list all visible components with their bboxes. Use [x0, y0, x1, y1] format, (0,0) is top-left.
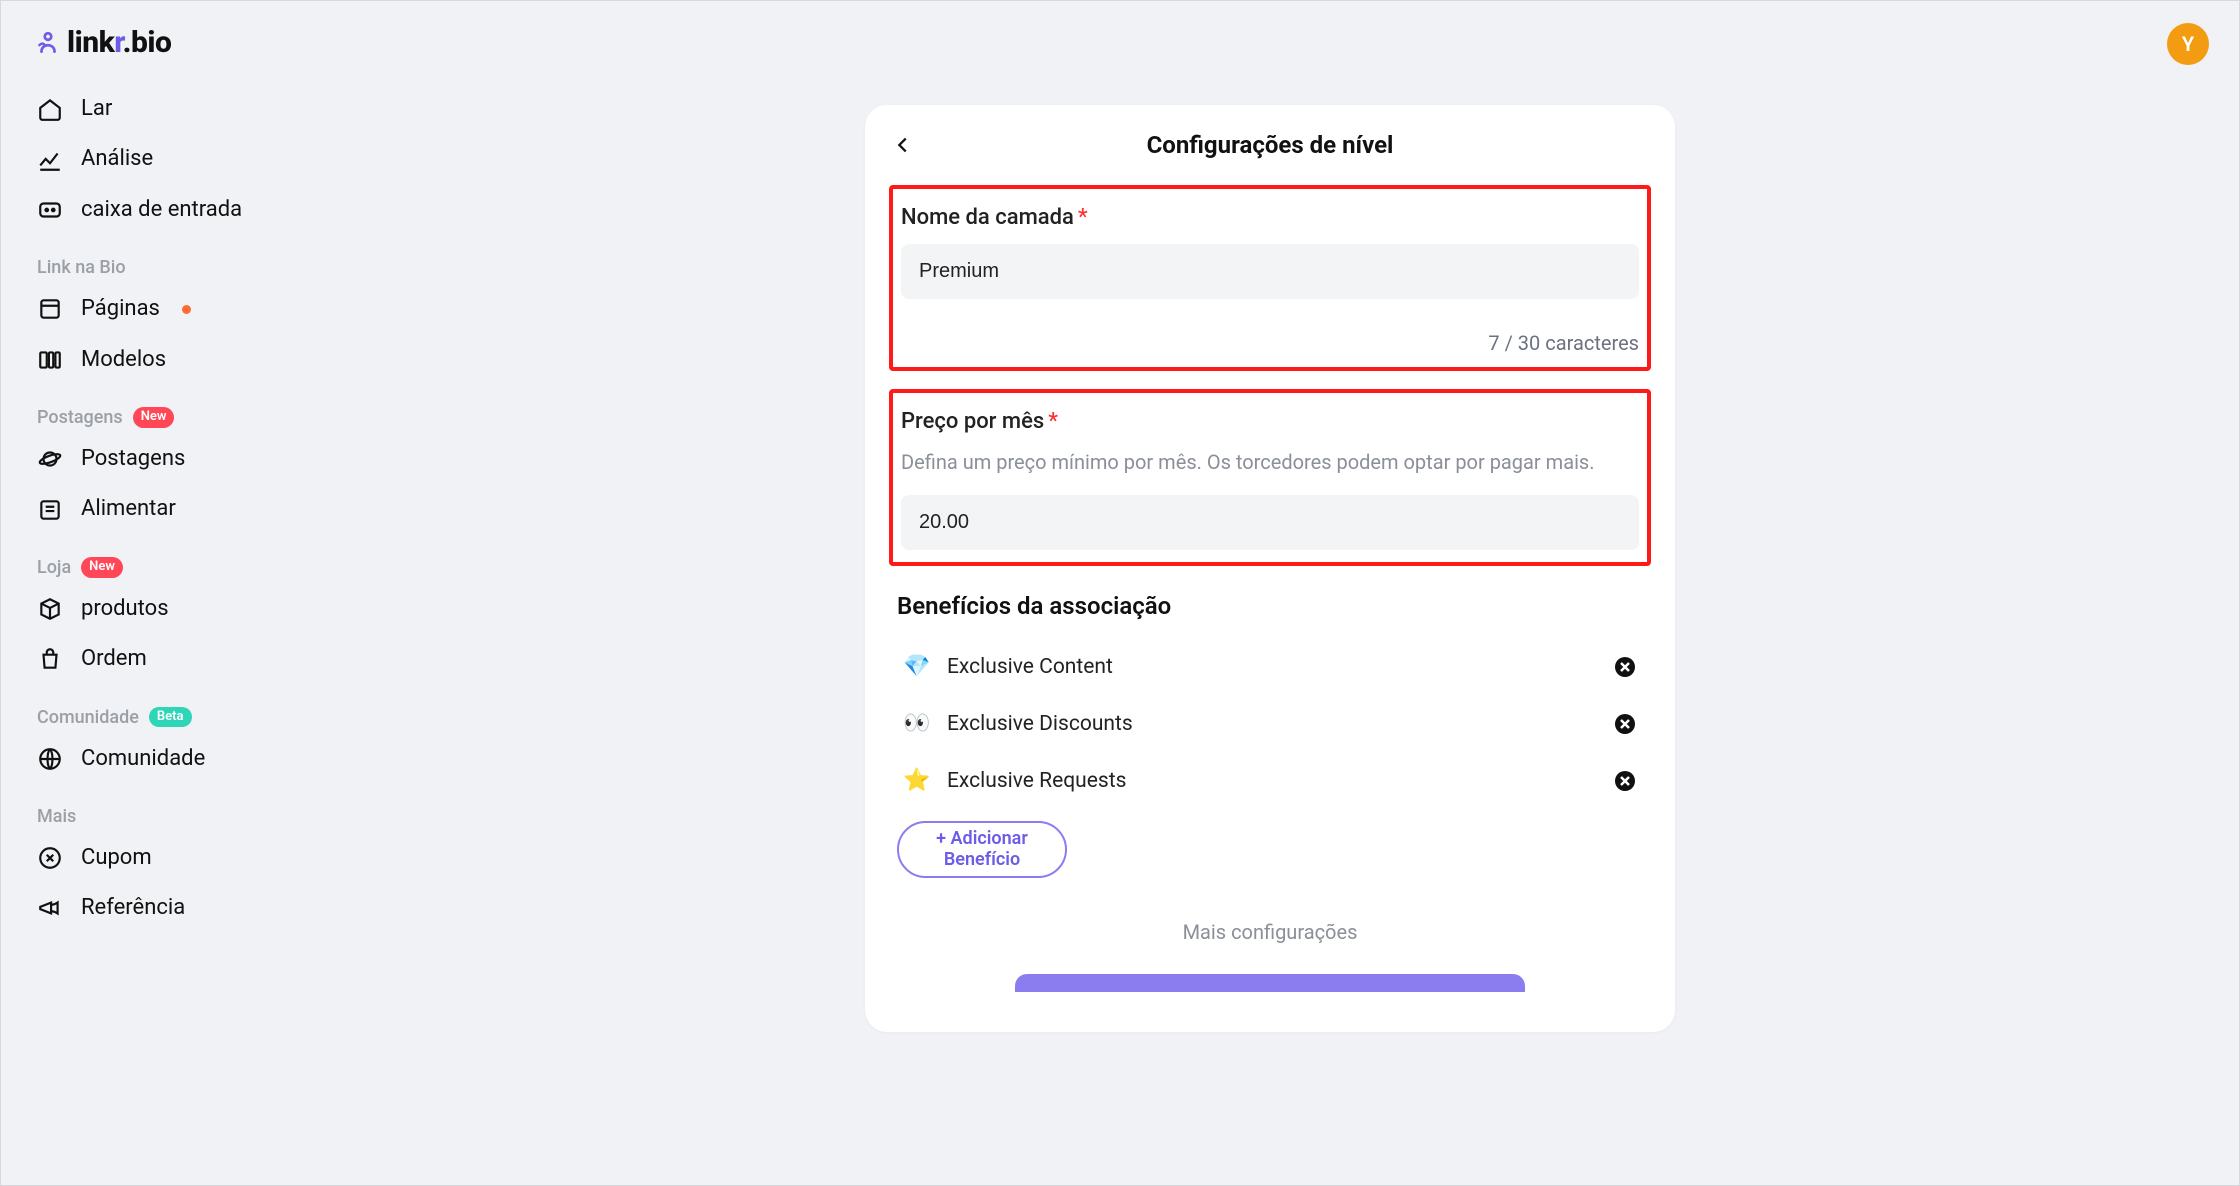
nav-feed[interactable]: Alimentar	[19, 484, 283, 534]
more-settings-label: Mais configurações	[889, 920, 1651, 944]
nav-label: Comunidade	[81, 746, 205, 772]
nav-home[interactable]: Lar	[19, 84, 283, 134]
templates-icon	[37, 347, 63, 373]
nav-label: Análise	[81, 146, 153, 172]
brand-text-3: .bio	[123, 25, 172, 60]
benefit-row: 💎 Exclusive Content	[889, 638, 1651, 695]
box-icon	[37, 596, 63, 622]
inbox-icon	[37, 197, 63, 223]
benefit-emoji-eyes: 👀	[903, 711, 931, 736]
nav-label: Ordem	[81, 646, 147, 672]
nav-coupon[interactable]: Cupom	[19, 833, 283, 883]
nav-label: Postagens	[81, 446, 185, 472]
nav-label: Modelos	[81, 347, 166, 373]
badge-beta: Beta	[149, 707, 192, 728]
planet-icon	[37, 446, 63, 472]
nav-label: Alimentar	[81, 496, 176, 522]
benefit-row: 👀 Exclusive Discounts	[889, 695, 1651, 752]
brand-text-2: r	[114, 25, 122, 60]
nav-inbox[interactable]: caixa de entrada	[19, 185, 283, 235]
nav-label: caixa de entrada	[81, 197, 242, 223]
badge-new: New	[81, 557, 123, 578]
add-benefit-button[interactable]: + Adicionar Benefício	[897, 821, 1067, 878]
card-header: Configurações de nível	[889, 125, 1651, 185]
group-loja: Loja New	[19, 535, 283, 584]
price-section: Preço por mês* Defina um preço mínimo po…	[889, 389, 1651, 566]
home-icon	[37, 96, 63, 122]
brand-text-1: link	[67, 25, 114, 60]
remove-benefit-button[interactable]	[1613, 655, 1637, 679]
feed-icon	[37, 497, 63, 523]
avatar-initial: Y	[2182, 32, 2194, 56]
remove-benefit-button[interactable]	[1613, 769, 1637, 793]
group-label: Mais	[37, 806, 76, 827]
price-label: Preço por mês*	[901, 409, 1639, 434]
nav-pages[interactable]: Páginas	[19, 284, 283, 334]
benefit-emoji-star: ⭐	[903, 768, 931, 793]
benefit-label: Exclusive Discounts	[947, 712, 1597, 736]
nav-label: Cupom	[81, 845, 152, 871]
tier-name-label: Nome da camada*	[901, 205, 1639, 230]
nav-referral[interactable]: Referência	[19, 883, 283, 933]
group-label: Postagens	[37, 407, 123, 428]
price-input[interactable]	[901, 495, 1639, 550]
primary-action-button[interactable]	[1015, 974, 1525, 992]
badge-new: New	[133, 407, 175, 428]
globe-icon	[37, 746, 63, 772]
group-link-na-bio: Link na Bio	[19, 235, 283, 284]
group-mais: Mais	[19, 784, 283, 833]
brand-logo[interactable]: linkr.bio	[35, 25, 283, 60]
required-marker: *	[1078, 205, 1088, 230]
app-root: linkr.bio Lar Análise caixa de entrada L…	[0, 0, 2240, 1186]
tier-name-section: Nome da camada* 7 / 30 caracteres	[889, 185, 1651, 371]
nav-label: produtos	[81, 596, 169, 622]
user-avatar[interactable]: Y	[2167, 23, 2209, 65]
page-title: Configurações de nível	[1147, 131, 1394, 159]
group-label: Loja	[37, 557, 71, 578]
nav-label: Lar	[81, 96, 112, 122]
tier-settings-card: Configurações de nível Nome da camada* 7…	[865, 105, 1675, 1032]
pages-icon	[37, 296, 63, 322]
benefit-row: ⭐ Exclusive Requests	[889, 752, 1651, 809]
nav-orders[interactable]: Ordem	[19, 634, 283, 684]
megaphone-icon	[37, 895, 63, 921]
nav-label: Páginas	[81, 296, 160, 322]
coupon-icon	[37, 845, 63, 871]
remove-benefit-button[interactable]	[1613, 712, 1637, 736]
group-label: Comunidade	[37, 707, 139, 728]
price-hint: Defina um preço mínimo por mês. Os torce…	[901, 448, 1639, 477]
group-label: Link na Bio	[37, 257, 126, 278]
analytics-icon	[37, 147, 63, 173]
required-marker: *	[1048, 409, 1058, 434]
tier-name-input[interactable]	[901, 244, 1639, 299]
group-postagens: Postagens New	[19, 385, 283, 434]
nav-posts[interactable]: Postagens	[19, 434, 283, 484]
nav-analytics[interactable]: Análise	[19, 134, 283, 184]
sidebar: linkr.bio Lar Análise caixa de entrada L…	[1, 1, 301, 1185]
nav-templates[interactable]: Modelos	[19, 335, 283, 385]
tier-name-counter: 7 / 30 caracteres	[901, 331, 1639, 355]
main-content: Y Configurações de nível Nome da camada*…	[301, 1, 2239, 1185]
brand-icon	[35, 30, 61, 56]
nav-community[interactable]: Comunidade	[19, 734, 283, 784]
benefit-label: Exclusive Content	[947, 655, 1597, 679]
bag-icon	[37, 646, 63, 672]
benefit-emoji-diamond: 💎	[903, 654, 931, 679]
notification-dot	[182, 305, 191, 314]
back-button[interactable]	[889, 131, 917, 159]
nav-products[interactable]: produtos	[19, 584, 283, 634]
benefits-title: Benefícios da associação	[889, 592, 1651, 620]
benefit-label: Exclusive Requests	[947, 769, 1597, 793]
nav-label: Referência	[81, 895, 185, 921]
group-comunidade: Comunidade Beta	[19, 685, 283, 734]
